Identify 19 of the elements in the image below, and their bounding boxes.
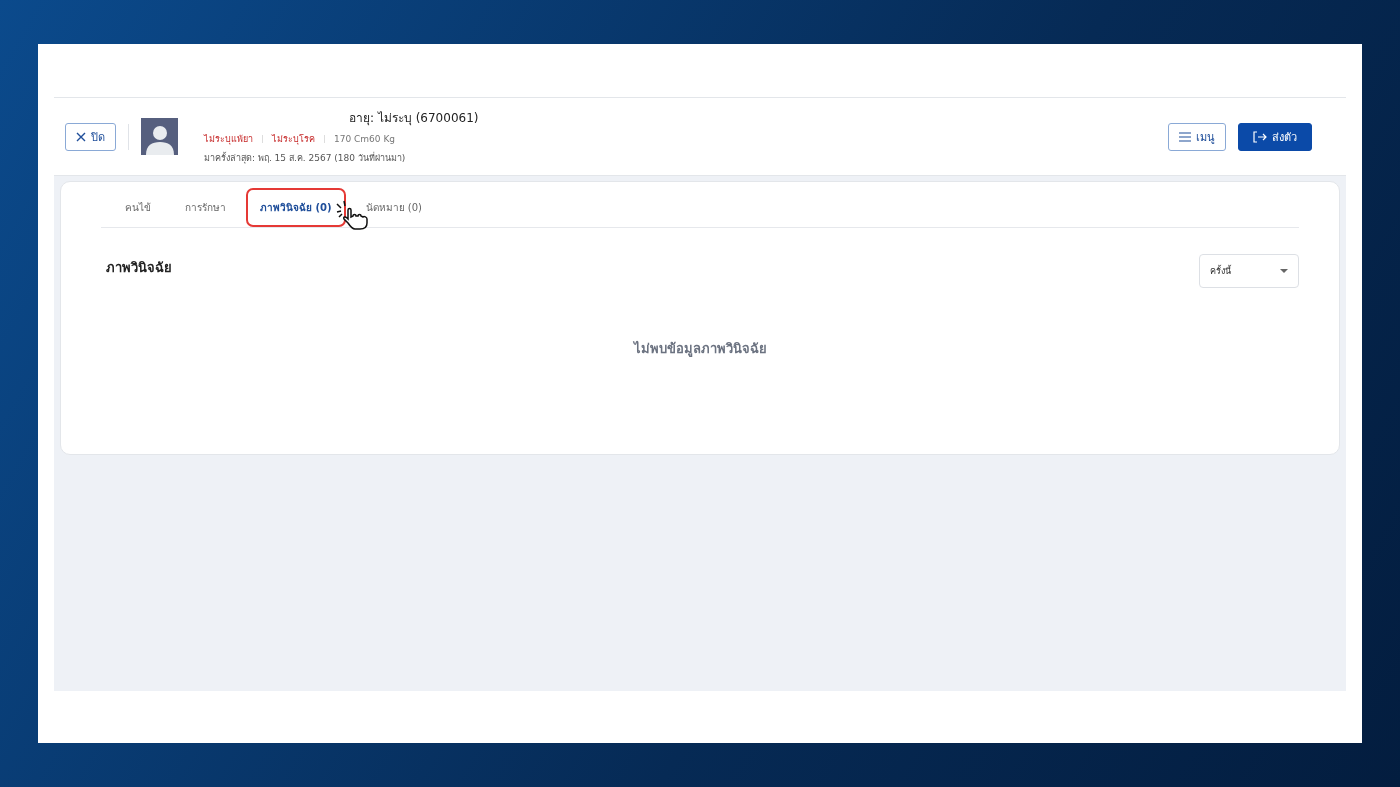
warning-tag: ไม่ระบุแพ้ยา: [204, 132, 253, 146]
tab[interactable]: การรักษา: [171, 187, 240, 227]
send-button[interactable]: ส่งตัว: [1238, 122, 1312, 151]
caret-icon: [1280, 269, 1288, 273]
section-title: ภาพวินิจฉัย: [106, 259, 172, 277]
close-button[interactable]: ปิด: [65, 122, 116, 151]
tab[interactable]: คนไข้: [111, 187, 165, 227]
body-measure-text: 170 Cm60 Kg: [334, 134, 396, 144]
patient-age: อายุ: ไม่ระบุ (6700061): [349, 110, 479, 127]
empty-message: ไม่พบข้อมูลภาพวินิจฉัย: [632, 340, 768, 359]
tab[interactable]: นัดหมาย (0): [351, 187, 436, 227]
warning-tag: ไม่ระบุโรค: [272, 132, 315, 146]
menu-button[interactable]: เมนู: [1168, 122, 1226, 151]
avatar-silhouette: [141, 118, 178, 155]
close-icon: [76, 131, 86, 142]
menu-icon: [1179, 131, 1191, 142]
exit-icon: [1253, 130, 1267, 143]
last-visit-text: มาครั้งล่าสุด: พฤ. 15 ส.ค. 2567 (180 วันที่ผ่านมา): [204, 151, 407, 165]
visit-dropdown[interactable]: ครั้งนี้: [1199, 254, 1299, 288]
